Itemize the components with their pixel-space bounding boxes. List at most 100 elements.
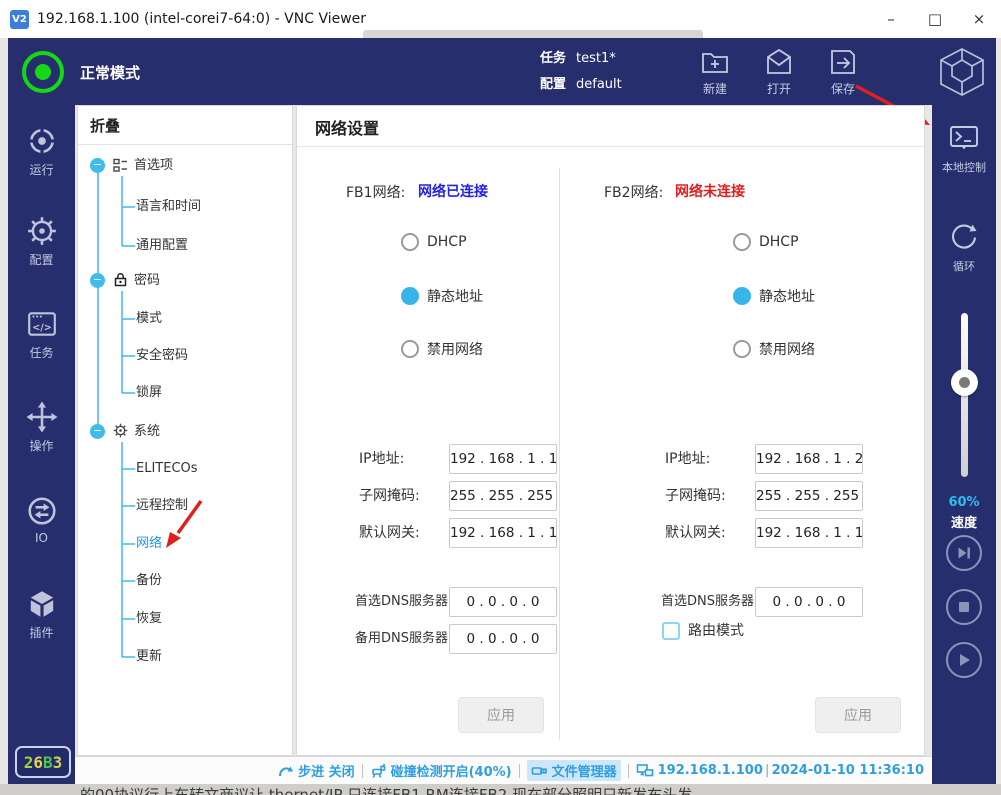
- fb1-dns1-field[interactable]: 0 . 0 . 0 . 0: [449, 587, 557, 617]
- new-button[interactable]: 新建: [686, 47, 744, 97]
- nav-operate[interactable]: 操作: [8, 401, 75, 454]
- fb1-mask-field[interactable]: 255 . 255 . 255 . 0: [449, 481, 557, 511]
- task-value: test1*: [576, 51, 616, 66]
- fb1-apply-button[interactable]: 应用: [458, 697, 544, 733]
- robot-dog-icon: [370, 763, 387, 779]
- step-arrow-icon: [278, 763, 294, 778]
- fb1-ip-field[interactable]: 192 . 168 . 1 . 100: [449, 444, 557, 474]
- fb2-ip-field[interactable]: 192 . 168 . 1 . 200: [755, 444, 863, 474]
- code-window-icon: </>: [26, 308, 58, 340]
- tree-item-general-config[interactable]: 通用配置: [136, 236, 188, 256]
- mode-label: 正常模式: [80, 62, 140, 83]
- task-config-block: 任务test1* 配置default: [540, 46, 622, 98]
- tree-group-password[interactable]: 密码: [134, 271, 160, 291]
- fb1-dns2-label: 备用DNS服务器:: [355, 624, 452, 654]
- radio-circle[interactable]: [733, 340, 751, 358]
- nav-operate-label: 操作: [29, 439, 53, 453]
- fb1-radio-static[interactable]: 静态地址: [401, 285, 483, 307]
- minimize-button[interactable]: –: [869, 1, 913, 37]
- mode-indicator-icon: [22, 51, 64, 93]
- tree-item-language-time[interactable]: 语言和时间: [136, 197, 201, 217]
- fb1-radio-dhcp[interactable]: DHCP: [401, 231, 467, 253]
- fb2-radio-disable[interactable]: 禁用网络: [733, 338, 815, 360]
- nav-plugin-label: 插件: [29, 626, 53, 640]
- tree-group-system[interactable]: 系统: [134, 422, 160, 442]
- local-control-label: 本地控制: [942, 161, 986, 174]
- background-window-strip: 的00协议行上车转文商议让 thernet/IP 只连接FB1 RM连接FB2 …: [0, 784, 1001, 795]
- radio-circle-selected[interactable]: [733, 287, 751, 305]
- fb2-dns1-label: 首选DNS服务器:: [661, 587, 758, 617]
- fb1-network-label: FB1网络:: [346, 182, 405, 202]
- maximize-button[interactable]: □: [913, 1, 957, 37]
- route-mode-checkbox[interactable]: [662, 622, 680, 640]
- speed-value: 60%: [932, 495, 996, 510]
- tree-group-preferences[interactable]: 首选项: [134, 156, 173, 176]
- collision-detection-status[interactable]: 碰撞检测开启(40%): [370, 761, 512, 780]
- lock-icon: [113, 272, 128, 287]
- speed-slider-thumb[interactable]: [951, 369, 978, 396]
- tree-item-mode[interactable]: 模式: [136, 309, 162, 329]
- fb1-mask-label: 子网掩码:: [359, 481, 420, 511]
- nav-config[interactable]: 配置: [8, 215, 75, 268]
- step-mode-status[interactable]: 步进 关闭: [278, 761, 355, 780]
- nav-task[interactable]: </> 任务: [8, 308, 75, 361]
- radio-circle[interactable]: [401, 340, 419, 358]
- collapse-toggle-preferences[interactable]: −: [90, 158, 105, 173]
- collapse-toggle-password[interactable]: −: [90, 273, 105, 288]
- fb2-network-status: 网络未连接: [675, 181, 745, 201]
- fb2-dns1-field[interactable]: 0 . 0 . 0 . 0: [755, 587, 863, 617]
- tree-item-restore[interactable]: 恢复: [136, 609, 162, 629]
- fb1-dns1-label: 首选DNS服务器:: [355, 587, 452, 617]
- column-divider: [559, 168, 560, 740]
- fb1-ip-label: IP地址:: [359, 444, 404, 474]
- cube-icon: [26, 588, 58, 620]
- close-button[interactable]: ×: [957, 1, 1001, 37]
- fb1-dns2-field[interactable]: 0 . 0 . 0 . 0: [449, 624, 557, 654]
- collapse-toggle-system[interactable]: −: [90, 424, 105, 439]
- open-label: 打开: [767, 82, 791, 96]
- play-button[interactable]: [946, 642, 982, 678]
- fb2-radio-static[interactable]: 静态地址: [733, 285, 815, 307]
- fb2-gateway-field[interactable]: 192 . 168 . 1 . 1: [755, 518, 863, 548]
- fb2-mask-field[interactable]: 255 . 255 . 255 . 0: [755, 481, 863, 511]
- radio-circle[interactable]: [733, 233, 751, 251]
- nav-run[interactable]: 运行: [8, 125, 75, 178]
- stop-button[interactable]: [946, 589, 982, 625]
- local-control-button[interactable]: 本地控制: [932, 123, 996, 175]
- nav-io[interactable]: IO: [8, 495, 75, 545]
- left-nav-rail: 运行 配置 </> 任务: [8, 105, 75, 787]
- fb2-radio-dhcp[interactable]: DHCP: [733, 231, 799, 253]
- status-bar: 步进 关闭 碰撞检测开启(40%) 文件管理器: [75, 756, 932, 784]
- fb2-mask-label: 子网掩码:: [665, 481, 726, 511]
- fb1-gateway-label: 默认网关:: [359, 518, 420, 548]
- tree-item-safety-password[interactable]: 安全密码: [136, 346, 188, 366]
- radio-circle-selected[interactable]: [401, 287, 419, 305]
- radio-circle[interactable]: [401, 233, 419, 251]
- vnc-toolbar-tab[interactable]: [363, 30, 703, 38]
- network-settings-panel: 网络设置 FB1网络: 网络已连接 DHCP 静态地址 禁用网络 IP地址: 1…: [296, 105, 925, 756]
- loop-button[interactable]: 循环: [932, 220, 996, 274]
- nav-task-label: 任务: [29, 346, 53, 360]
- tree-item-lock-screen[interactable]: 锁屏: [136, 383, 162, 403]
- new-folder-icon: [700, 47, 730, 77]
- open-button[interactable]: 打开: [750, 47, 808, 97]
- tree-item-update[interactable]: 更新: [136, 647, 162, 667]
- fb1-gateway-field[interactable]: 192 . 168 . 1 . 1: [449, 518, 557, 548]
- nav-plugin[interactable]: 插件: [8, 588, 75, 641]
- tree-item-elitecos[interactable]: ELITECOs: [136, 459, 198, 479]
- nav-io-label: IO: [35, 531, 48, 545]
- step-forward-button[interactable]: [946, 535, 982, 571]
- remote-connection-status[interactable]: 192.168.1.100|2024-01-10 11:36:10: [636, 763, 924, 779]
- fb1-radio-disable[interactable]: 禁用网络: [401, 338, 483, 360]
- status-ip: 192.168.1.100: [658, 763, 763, 778]
- tree-item-backup[interactable]: 备份: [136, 571, 162, 591]
- file-manager-status[interactable]: 文件管理器: [527, 760, 621, 781]
- fb1-network-status: 网络已连接: [418, 181, 488, 201]
- annotation-arrow-network: [153, 491, 223, 561]
- usb-drive-icon: [531, 764, 548, 778]
- vnc-viewer-window: V2 192.168.1.100 (intel-corei7-64:0) - V…: [0, 0, 1001, 795]
- svg-text:</>: </>: [32, 322, 52, 333]
- page-title: 网络设置: [315, 115, 379, 139]
- run-icon: [26, 125, 58, 157]
- fb2-apply-button[interactable]: 应用: [815, 697, 901, 733]
